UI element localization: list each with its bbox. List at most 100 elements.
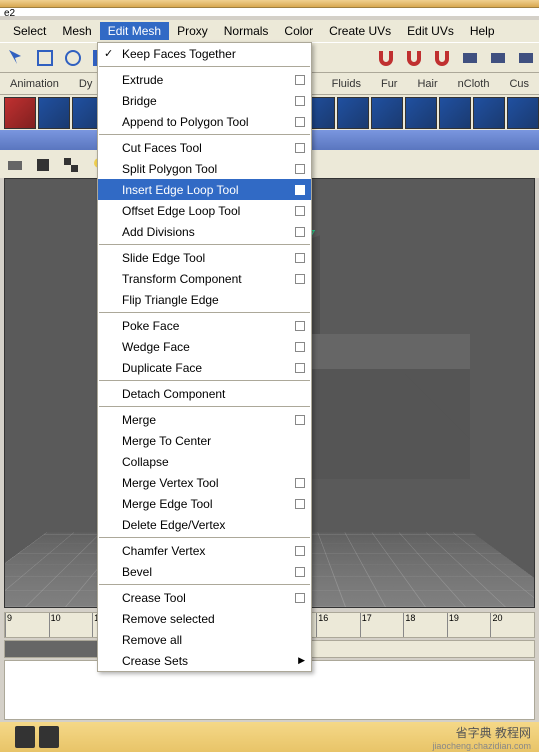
menu-select[interactable]: Select	[5, 22, 54, 40]
menu-color[interactable]: Color	[276, 22, 321, 40]
menu-item-merge-vertex-tool[interactable]: Merge Vertex Tool	[98, 472, 311, 493]
option-box-icon[interactable]	[295, 164, 305, 174]
option-box-icon[interactable]	[295, 143, 305, 153]
option-box-icon[interactable]	[295, 567, 305, 577]
menu-mesh[interactable]: Mesh	[54, 22, 99, 40]
menu-item-collapse[interactable]: Collapse	[98, 451, 311, 472]
menu-item-slide-edge-tool[interactable]: Slide Edge Tool	[98, 247, 311, 268]
option-box-icon[interactable]	[295, 478, 305, 488]
menu-item-label: Merge Vertex Tool	[122, 476, 219, 490]
option-box-icon[interactable]	[295, 96, 305, 106]
timeline-tick: 19	[447, 613, 491, 637]
menu-item-remove-all[interactable]: Remove all	[98, 629, 311, 650]
option-box-icon[interactable]	[295, 321, 305, 331]
menu-item-bevel[interactable]: Bevel	[98, 561, 311, 582]
checker-icon	[61, 155, 81, 175]
option-box-icon[interactable]	[295, 185, 305, 195]
option-box-icon[interactable]	[295, 206, 305, 216]
lasso-icon	[63, 48, 83, 68]
menu-item-split-polygon-tool[interactable]: Split Polygon Tool	[98, 158, 311, 179]
option-box-icon[interactable]	[295, 415, 305, 425]
option-box-icon[interactable]	[295, 363, 305, 373]
shelf-button[interactable]	[38, 97, 70, 129]
menu-item-delete-edge-vertex[interactable]: Delete Edge/Vertex	[98, 514, 311, 535]
shelf-tab-custom[interactable]: Cus	[499, 75, 539, 93]
menu-item-chamfer-vertex[interactable]: Chamfer Vertex	[98, 540, 311, 561]
menu-item-crease-sets[interactable]: Crease Sets▶	[98, 650, 311, 671]
menu-item-poke-face[interactable]: Poke Face	[98, 315, 311, 336]
option-box-icon[interactable]	[295, 274, 305, 284]
menu-item-add-divisions[interactable]: Add Divisions	[98, 221, 311, 242]
view-btn[interactable]	[2, 152, 28, 178]
menu-item-offset-edge-loop-tool[interactable]: Offset Edge Loop Tool	[98, 200, 311, 221]
window-title: e2	[0, 8, 539, 16]
menu-item-remove-selected[interactable]: Remove selected	[98, 608, 311, 629]
menu-edit-uvs[interactable]: Edit UVs	[399, 22, 462, 40]
menu-item-detach-component[interactable]: Detach Component	[98, 383, 311, 404]
tool-btn[interactable]	[429, 45, 455, 71]
menu-edit-mesh[interactable]: Edit Mesh	[100, 22, 169, 40]
menu-item-label: Merge Edge Tool	[122, 497, 213, 511]
menu-item-merge[interactable]: Merge	[98, 409, 311, 430]
option-box-icon[interactable]	[295, 546, 305, 556]
option-box-icon[interactable]	[295, 75, 305, 85]
shelf-tab-ncloth[interactable]: nCloth	[448, 75, 500, 93]
tool-btn[interactable]	[401, 45, 427, 71]
shelf-tab-hair[interactable]: Hair	[407, 75, 447, 93]
shelf-tab-animation[interactable]: Animation	[0, 75, 69, 93]
option-box-icon[interactable]	[295, 117, 305, 127]
edit-mesh-dropdown: ✓Keep Faces Together ExtrudeBridgeAppend …	[97, 42, 312, 672]
menu-item-label: Duplicate Face	[122, 361, 202, 375]
tool-btn[interactable]	[457, 45, 483, 71]
shelf-tab-fur[interactable]: Fur	[371, 75, 408, 93]
watermark-text: 省字典 教程网	[432, 724, 531, 741]
menu-item-crease-tool[interactable]: Crease Tool	[98, 587, 311, 608]
menu-item-flip-triangle-edge[interactable]: Flip Triangle Edge	[98, 289, 311, 310]
menu-item-extrude[interactable]: Extrude	[98, 69, 311, 90]
shelf-button[interactable]	[4, 97, 36, 129]
shelf-button[interactable]	[439, 97, 471, 129]
shelf-button[interactable]	[507, 97, 539, 129]
timeline-tick: 17	[360, 613, 404, 637]
tool-btn[interactable]	[373, 45, 399, 71]
shelf-button[interactable]	[371, 97, 403, 129]
menu-item-bridge[interactable]: Bridge	[98, 90, 311, 111]
menu-help[interactable]: Help	[462, 22, 503, 40]
menu-item-merge-to-center[interactable]: Merge To Center	[98, 430, 311, 451]
menu-item-label: Remove all	[122, 633, 182, 647]
option-box-icon[interactable]	[295, 227, 305, 237]
menu-create-uvs[interactable]: Create UVs	[321, 22, 399, 40]
menu-item-duplicate-face[interactable]: Duplicate Face	[98, 357, 311, 378]
menu-proxy[interactable]: Proxy	[169, 22, 216, 40]
menu-item-merge-edge-tool[interactable]: Merge Edge Tool	[98, 493, 311, 514]
menu-item-insert-edge-loop-tool[interactable]: Insert Edge Loop Tool	[98, 179, 311, 200]
shelf-button[interactable]	[337, 97, 369, 129]
shelf-tab-fluids[interactable]: Fluids	[322, 75, 371, 93]
menu-item-label: Offset Edge Loop Tool	[122, 204, 240, 218]
view-btn[interactable]	[30, 152, 56, 178]
option-box-icon[interactable]	[295, 342, 305, 352]
menu-item-wedge-face[interactable]: Wedge Face	[98, 336, 311, 357]
menu-item-label: Collapse	[122, 455, 169, 469]
menu-item-append-to-polygon-tool[interactable]: Append to Polygon Tool	[98, 111, 311, 132]
tool-btn[interactable]	[4, 45, 30, 71]
menu-item-label: Slide Edge Tool	[122, 251, 205, 265]
option-box-icon[interactable]	[295, 593, 305, 603]
tool-btn[interactable]	[485, 45, 511, 71]
tool-btn[interactable]	[32, 45, 58, 71]
menu-item-keep-faces-together[interactable]: ✓Keep Faces Together	[98, 43, 311, 64]
option-box-icon[interactable]	[295, 253, 305, 263]
submenu-arrow-icon: ▶	[298, 655, 305, 666]
shelf-button[interactable]	[405, 97, 437, 129]
timeline-tick: 20	[490, 613, 534, 637]
menu-normals[interactable]: Normals	[216, 22, 277, 40]
tool-btn[interactable]	[513, 45, 539, 71]
menu-item-cut-faces-tool[interactable]: Cut Faces Tool	[98, 137, 311, 158]
menu-item-label: Split Polygon Tool	[122, 162, 217, 176]
menu-item-transform-component[interactable]: Transform Component	[98, 268, 311, 289]
tool-btn[interactable]	[60, 45, 86, 71]
select-icon	[35, 48, 55, 68]
shelf-button[interactable]	[473, 97, 505, 129]
option-box-icon[interactable]	[295, 499, 305, 509]
view-btn[interactable]	[58, 152, 84, 178]
